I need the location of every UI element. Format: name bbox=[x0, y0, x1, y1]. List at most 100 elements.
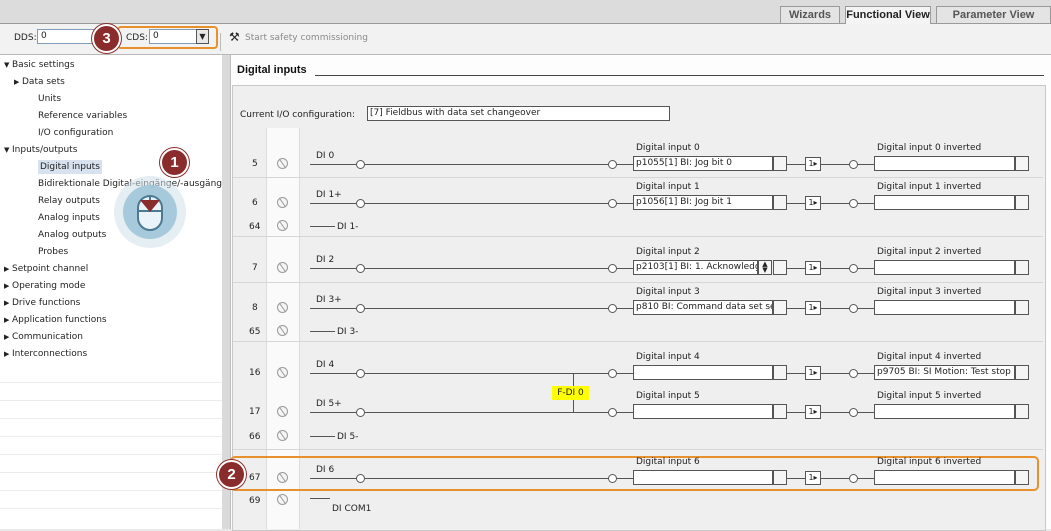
spin-arrows-icon[interactable]: ▲ ▼ bbox=[758, 260, 772, 275]
terminal-screw-icon bbox=[277, 197, 288, 208]
wire bbox=[821, 308, 849, 309]
digital-input-5-inverted-field[interactable] bbox=[874, 404, 1015, 419]
digital-input-6-inverted-field[interactable] bbox=[874, 470, 1015, 485]
connector-circle bbox=[356, 199, 365, 208]
digital-input-0-field[interactable]: p1055[1] BI: Jog bit 0 bbox=[633, 156, 773, 171]
navigation-tree: ▼ Basic settings ▶ Data sets Units Referen… bbox=[0, 55, 223, 529]
start-safety-commissioning-button[interactable]: Start safety commissioning bbox=[245, 33, 368, 43]
wire bbox=[310, 331, 335, 332]
connector-circle bbox=[849, 160, 858, 169]
collapsed-icon: ▶ bbox=[4, 282, 10, 290]
tab-wizards[interactable]: Wizards bbox=[780, 6, 840, 23]
row-divider bbox=[233, 236, 1043, 237]
tree-basic-settings[interactable]: ▼ Basic settings bbox=[0, 57, 222, 74]
tree-divider bbox=[0, 490, 222, 491]
wire bbox=[787, 373, 805, 374]
digital-input-1-inverted-field[interactable] bbox=[874, 195, 1015, 210]
digital-input-inverted-label: Digital input 2 inverted bbox=[877, 247, 982, 257]
io-config-value: [7] Fieldbus with data set changeover bbox=[367, 106, 670, 121]
wire bbox=[858, 308, 874, 309]
digital-input-5-inverted-button[interactable] bbox=[1015, 404, 1029, 419]
digital-input-2-button[interactable] bbox=[773, 260, 787, 275]
terminal-number: 66 bbox=[249, 432, 261, 442]
tree-divider bbox=[0, 472, 222, 473]
connector-circle bbox=[608, 369, 617, 378]
connector-circle bbox=[608, 474, 617, 483]
terminal-screw-icon bbox=[277, 406, 288, 417]
tree-communication[interactable]: ▶ Communication bbox=[0, 329, 222, 346]
digital-input-6-field[interactable] bbox=[633, 470, 773, 485]
terminal-screw-icon bbox=[277, 430, 288, 441]
wire bbox=[821, 373, 849, 374]
tree-label: Basic settings bbox=[12, 60, 75, 70]
connector-circle bbox=[356, 369, 365, 378]
inverter-icon: 1▸ bbox=[805, 301, 821, 315]
tab-functional-view[interactable]: Functional View bbox=[845, 6, 931, 24]
dds-input[interactable]: 0 bbox=[37, 29, 95, 44]
wire bbox=[858, 164, 874, 165]
wire bbox=[310, 164, 360, 165]
digital-input-3-inverted-button[interactable] bbox=[1015, 300, 1029, 315]
digital-input-0-inverted-field[interactable] bbox=[874, 156, 1015, 171]
tree-units[interactable]: Units bbox=[0, 91, 222, 108]
digital-input-3-field[interactable]: p810 BI: Command data set se bbox=[633, 300, 773, 315]
inverter-icon: 1▸ bbox=[805, 196, 821, 210]
digital-input-4-inverted-field[interactable]: p9705 BI: SI Motion: Test stop s bbox=[874, 365, 1015, 380]
digital-input-2-inverted-button[interactable] bbox=[1015, 260, 1029, 275]
terminal-screw-icon bbox=[277, 158, 288, 169]
digital-input-6-inverted-button[interactable] bbox=[1015, 470, 1029, 485]
wire bbox=[310, 203, 360, 204]
tree-operating-mode[interactable]: ▶ Operating mode bbox=[0, 278, 222, 295]
digital-input-0-inverted-button[interactable] bbox=[1015, 156, 1029, 171]
digital-input-6-button[interactable] bbox=[773, 470, 787, 485]
digital-input-4-button[interactable] bbox=[773, 365, 787, 380]
connector-circle bbox=[356, 160, 365, 169]
digital-input-5-button[interactable] bbox=[773, 404, 787, 419]
digital-input-2-field[interactable]: p2103[1] BI: 1. Acknowledg bbox=[633, 260, 758, 275]
digital-input-4-field[interactable] bbox=[633, 365, 773, 380]
digital-input-5-field[interactable] bbox=[633, 404, 773, 419]
tree-label: Data sets bbox=[22, 77, 65, 87]
wire bbox=[365, 164, 610, 165]
collapsed-icon: ▶ bbox=[4, 350, 10, 358]
digital-input-4-inverted-button[interactable] bbox=[1015, 365, 1029, 380]
cds-highlight-frame bbox=[117, 26, 218, 49]
digital-input-3-button[interactable] bbox=[773, 300, 787, 315]
connector-circle bbox=[356, 304, 365, 313]
wire bbox=[617, 412, 633, 413]
inverter-icon: 1▸ bbox=[805, 157, 821, 171]
digital-input-1-inverted-button[interactable] bbox=[1015, 195, 1029, 210]
tab-parameter-view[interactable]: Parameter View bbox=[936, 6, 1051, 23]
tree-data-sets[interactable]: ▶ Data sets bbox=[0, 74, 222, 91]
tree-inputs-outputs[interactable]: ▼ Inputs/outputs bbox=[0, 142, 222, 159]
tree-setpoint-channel[interactable]: ▶ Setpoint channel bbox=[0, 261, 222, 278]
digital-input-1-field[interactable]: p1056[1] BI: Jog bit 1 bbox=[633, 195, 773, 210]
collapsed-icon: ▶ bbox=[4, 299, 10, 307]
tree-io-configuration[interactable]: I/O configuration bbox=[0, 125, 222, 142]
tree-label: Operating mode bbox=[12, 281, 86, 291]
tree-drive-functions[interactable]: ▶ Drive functions bbox=[0, 295, 222, 312]
top-tab-bar: Wizards Functional View Parameter View bbox=[0, 0, 1051, 24]
digital-input-1-button[interactable] bbox=[773, 195, 787, 210]
di-label: DI 5+ bbox=[316, 399, 342, 409]
connector-circle bbox=[849, 264, 858, 273]
connector-circle bbox=[356, 264, 365, 273]
tree-interconnections[interactable]: ▶ Interconnections bbox=[0, 346, 222, 363]
digital-input-2-inverted-field[interactable] bbox=[874, 260, 1015, 275]
digital-input-label: Digital input 4 bbox=[636, 352, 700, 362]
wire bbox=[365, 478, 610, 479]
collapsed-icon: ▶ bbox=[14, 78, 20, 86]
wire bbox=[821, 203, 849, 204]
inverter-icon: 1▸ bbox=[805, 366, 821, 380]
di-label: DI 1+ bbox=[316, 190, 342, 200]
wire bbox=[310, 268, 360, 269]
digital-input-3-inverted-field[interactable] bbox=[874, 300, 1015, 315]
tree-divider bbox=[0, 508, 222, 509]
tree-application-functions[interactable]: ▶ Application functions bbox=[0, 312, 222, 329]
digital-input-0-button[interactable] bbox=[773, 156, 787, 171]
collapsed-icon: ▶ bbox=[4, 333, 10, 341]
tree-reference-variables[interactable]: Reference variables bbox=[0, 108, 222, 125]
wire bbox=[787, 268, 805, 269]
digital-input-label: Digital input 3 bbox=[636, 287, 700, 297]
di-minus-label: DI 5- bbox=[337, 432, 359, 442]
